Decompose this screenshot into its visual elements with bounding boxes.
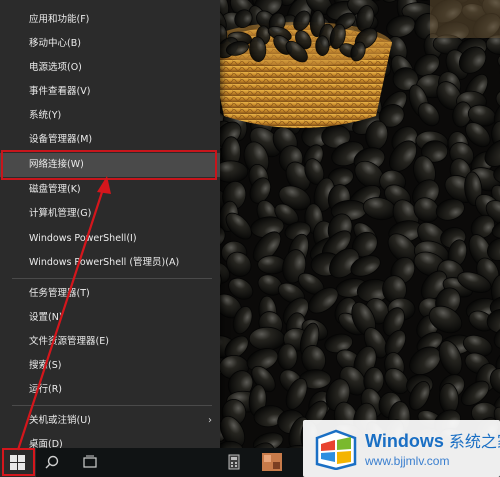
menu-item-network-connections[interactable]: 网络连接(W) (0, 153, 220, 177)
menu-separator (12, 405, 212, 406)
winx-context-menu: 应用和功能(F) 移动中心(B) 电源选项(O) 事件查看器(V) 系统(Y) … (0, 0, 220, 465)
calculator-icon[interactable] (226, 454, 242, 470)
menu-item-disk-management[interactable]: 磁盘管理(K) (0, 178, 220, 202)
wallpaper-bean (248, 326, 286, 351)
menu-separator (12, 278, 212, 279)
menu-item-power-options[interactable]: 电源选项(O) (0, 56, 220, 80)
watermark-url: www.bjjmlv.com (365, 454, 450, 468)
menu-item-search[interactable]: 搜索(S) (0, 354, 220, 378)
menu-item-run[interactable]: 运行(R) (0, 378, 220, 402)
watermark: Windows 系统之家 www.bjjmlv.com (303, 420, 500, 477)
app-icon[interactable] (262, 453, 282, 471)
windows-logo-icon (315, 429, 357, 470)
search-icon[interactable] (44, 454, 60, 470)
menu-item-device-manager[interactable]: 设备管理器(M) (0, 128, 220, 152)
menu-item-event-viewer[interactable]: 事件查看器(V) (0, 80, 220, 104)
watermark-brand: Windows (365, 431, 444, 451)
menu-item-system[interactable]: 系统(Y) (0, 104, 220, 128)
watermark-brand-cn: 系统之家 (448, 434, 500, 451)
start-highlight-box (2, 448, 35, 476)
watermark-title: Windows 系统之家 (365, 428, 500, 452)
wallpaper-bean (315, 35, 330, 57)
menu-item-label: 关机或注销(U) (29, 415, 91, 426)
menu-item-shutdown-signout[interactable]: 关机或注销(U) › (0, 409, 220, 433)
task-view-icon[interactable] (82, 454, 98, 470)
menu-item-powershell[interactable]: Windows PowerShell(I) (0, 227, 220, 251)
menu-item-file-explorer[interactable]: 文件资源管理器(E) (0, 330, 220, 354)
menu-item-computer-management[interactable]: 计算机管理(G) (0, 202, 220, 226)
wallpaper-bean (277, 343, 298, 371)
menu-item-task-manager[interactable]: 任务管理器(T) (0, 282, 220, 306)
menu-item-mobility-center[interactable]: 移动中心(B) (0, 32, 220, 56)
chevron-right-icon: › (208, 415, 212, 426)
wallpaper-bean (257, 255, 287, 275)
menu-item-apps-features[interactable]: 应用和功能(F) (0, 8, 220, 32)
menu-item-settings[interactable]: 设置(N) (0, 306, 220, 330)
menu-item-powershell-admin[interactable]: Windows PowerShell (管理员)(A) (0, 251, 220, 275)
